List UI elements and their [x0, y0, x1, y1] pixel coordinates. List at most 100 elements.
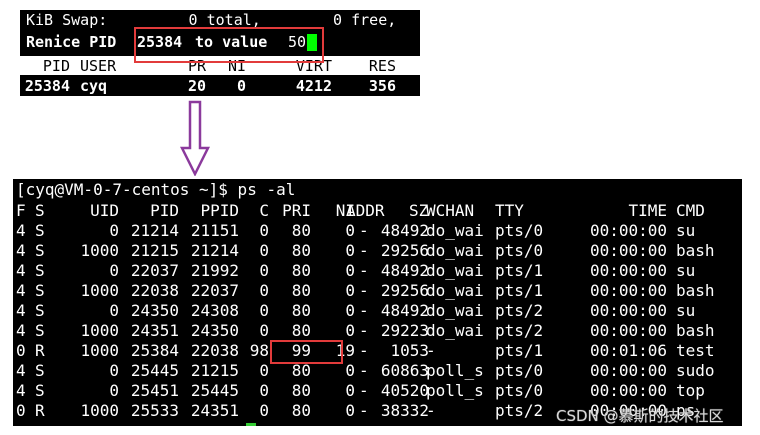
- ps-cell-addr: -: [359, 261, 369, 280]
- ps-cell-s: S: [35, 321, 45, 340]
- ps-cell-sz: 40520: [380, 381, 429, 400]
- ps-row[interactable]: 4 S 1000 21215 21214 0 80 0-29256 do_wai pts/0 00:…: [13, 241, 742, 261]
- ps-cell-s: S: [35, 361, 45, 380]
- ps-cell-uid: 0: [109, 361, 119, 380]
- ps-cell-cmd: su: [676, 301, 696, 320]
- ps-row[interactable]: 0 R 1000 25384 22038 98 99 19-1053- pts/1 00:01:0…: [13, 341, 742, 361]
- ps-cell-pri: 80: [291, 261, 311, 280]
- ps-row[interactable]: 4 S 0 22037 21992 0 80 0-48492 do_wai pts/1 00:00:…: [13, 261, 742, 281]
- ps-cell-time: 00:01:06: [589, 341, 667, 360]
- ps-cell-uid: 0: [109, 221, 119, 240]
- ps-terminal: [cyq@VM-0-7-centos ~]$ ps -al F S UID PID PP…: [13, 179, 742, 426]
- col-header-uid: UID: [90, 201, 119, 220]
- ps-cell-wchan: do_wai: [426, 321, 484, 340]
- row-pid: 25384: [24, 77, 70, 95]
- col-header-pid: PID: [150, 201, 179, 220]
- ps-cell-pid: 22038: [130, 281, 179, 300]
- ps-cell-time: 00:00:00: [589, 221, 667, 240]
- ps-cell-uid: 1000: [80, 401, 119, 420]
- ps-cell-ni: 0: [345, 281, 355, 300]
- col-header-pri: PRI: [282, 201, 311, 220]
- ps-cell-f: 0: [16, 341, 26, 360]
- ps-cell-ppid: 25445: [190, 381, 239, 400]
- ps-cell-f: 4: [16, 321, 26, 340]
- ps-row[interactable]: 4 S 0 21214 21151 0 80 0-48492 do_wai pts/0 00:00:…: [13, 221, 742, 241]
- ps-cell-ppid: 24350: [190, 321, 239, 340]
- cursor-underline: [246, 423, 256, 426]
- ps-cell-ppid: 21215: [190, 361, 239, 380]
- ps-cell-f: 4: [16, 281, 26, 300]
- ps-cell-ppid: 21992: [190, 261, 239, 280]
- ps-cell-wchan: do_wai: [426, 261, 484, 280]
- ps-cell-ni: 0: [345, 361, 355, 380]
- col-header-res: RES: [368, 57, 396, 75]
- ps-cell-addr: -: [359, 281, 369, 300]
- ps-cell-cmd: test: [676, 341, 715, 360]
- ps-cell-pid: 21215: [130, 241, 179, 260]
- ps-cell-time: 00:00:00: [589, 241, 667, 260]
- ps-cell-s: S: [35, 381, 45, 400]
- ps-cell-pri: 80: [291, 361, 311, 380]
- ps-cell-wchan: do_wai: [426, 221, 484, 240]
- ps-cell-wchan: do_wai: [426, 301, 484, 320]
- ps-cell-pri: 80: [291, 221, 311, 240]
- ps-cell-addr: -: [359, 241, 369, 260]
- pri-ni-highlight-box: [270, 340, 343, 364]
- shell-prompt: [cyq@VM-0-7-centos ~]$ ps -al: [16, 180, 296, 199]
- ps-cell-pid: 25533: [130, 401, 179, 420]
- ps-cell-pri: 80: [291, 241, 311, 260]
- ps-cell-ppid: 22037: [190, 281, 239, 300]
- col-header-f: F: [16, 201, 26, 220]
- ps-cell-sz: 48492: [380, 221, 429, 240]
- ps-cell-tty: pts/0: [495, 241, 544, 260]
- col-header-cmd: CMD: [676, 201, 705, 220]
- ps-cell-pid: 25451: [130, 381, 179, 400]
- ps-cell-sz: 48492: [380, 301, 429, 320]
- renice-prompt-label: Renice PID: [26, 33, 126, 51]
- ps-cell-pri: 80: [291, 401, 311, 420]
- ps-cell-tty: pts/0: [495, 361, 544, 380]
- ps-cell-c: 0: [259, 321, 269, 340]
- ps-cell-s: R: [35, 401, 45, 420]
- top-process-row[interactable]: 25384 cyq 20 0 4212 356: [20, 76, 420, 96]
- ps-cell-uid: 1000: [80, 341, 119, 360]
- ps-cell-f: 0: [16, 401, 26, 420]
- ps-row[interactable]: 4 S 0 25451 25445 0 80 0-40520 poll_s pts/0 00:00:…: [13, 381, 742, 401]
- ps-row[interactable]: 4 S 0 25445 21215 0 80 0-60863 poll_s pts/0 00:00:…: [13, 361, 742, 381]
- ps-header-row: F S UID PID PPID C PRI NI ADDR SZ WCHAN TTY TIME CMD: [13, 201, 742, 221]
- ps-cell-c: 0: [259, 401, 269, 420]
- ps-cell-uid: 0: [109, 301, 119, 320]
- ps-cell-time: 00:00:00: [589, 381, 667, 400]
- row-user: cyq: [80, 77, 108, 95]
- ps-cell-c: 0: [259, 221, 269, 240]
- ps-row[interactable]: 4 S 1000 22038 22037 0 80 0-29256 do_wai pts/1 00:…: [13, 281, 742, 301]
- ps-cell-tty: pts/2: [495, 321, 544, 340]
- ps-row[interactable]: 4 S 1000 24351 24350 0 80 0-29223 do_wai pts/2 00:…: [13, 321, 742, 341]
- ps-cell-c: 98: [249, 341, 269, 360]
- col-header-s: S: [35, 201, 45, 220]
- ps-cell-time: 00:00:00: [589, 261, 667, 280]
- ps-cell-pri: 80: [291, 321, 311, 340]
- ps-cell-pid: 24351: [130, 321, 179, 340]
- ps-cell-s: R: [35, 341, 45, 360]
- ps-cell-addr: -: [359, 361, 369, 380]
- col-header-addr: ADDR: [346, 201, 385, 220]
- ps-cell-s: S: [35, 281, 45, 300]
- ps-cell-cmd: bash: [676, 281, 715, 300]
- ps-cell-cmd: top: [676, 381, 705, 400]
- shell-prompt-row: [cyq@VM-0-7-centos ~]$ ps -al: [13, 180, 742, 200]
- ps-cell-ni: 0: [345, 401, 355, 420]
- ps-cell-wchan: poll_s: [426, 381, 484, 400]
- ps-cell-tty: pts/2: [495, 401, 544, 420]
- ps-cell-ni: 0: [345, 321, 355, 340]
- ps-cell-c: 0: [259, 241, 269, 260]
- ps-cell-ppid: 21214: [190, 241, 239, 260]
- ps-cell-ppid: 21151: [190, 221, 239, 240]
- down-arrow-icon: [180, 100, 210, 176]
- ps-cell-ni: 0: [345, 221, 355, 240]
- ps-cell-addr: -: [359, 381, 369, 400]
- ps-cell-time: 00:00:00: [589, 301, 667, 320]
- ps-cell-uid: 0: [109, 381, 119, 400]
- ps-cell-s: S: [35, 301, 45, 320]
- ps-row[interactable]: 4 S 0 24350 24308 0 80 0-48492 do_wai pts/2 00:00:…: [13, 301, 742, 321]
